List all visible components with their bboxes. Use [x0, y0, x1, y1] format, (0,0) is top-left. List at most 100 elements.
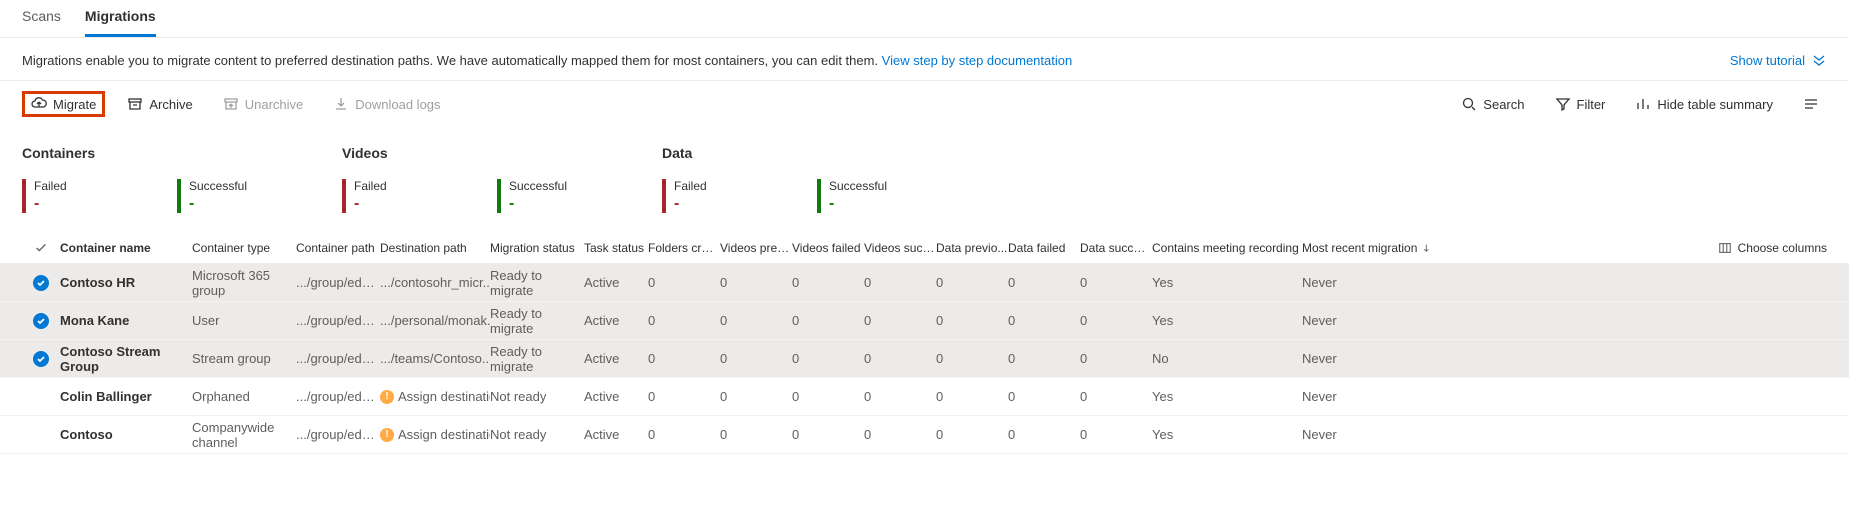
col-dprev[interactable]: Data previo...: [936, 241, 1008, 255]
table-row[interactable]: Mona KaneUser.../group/ed53....../person…: [0, 302, 1849, 340]
selected-dot-icon: [33, 313, 49, 329]
col-vfail[interactable]: Videos failed: [792, 241, 864, 255]
choose-columns-button[interactable]: Choose columns: [1432, 241, 1827, 255]
archive-icon: [127, 96, 143, 112]
cell-dsucc: 0: [1080, 351, 1152, 366]
cell-cpath: .../group/ed53...: [296, 275, 380, 290]
row-select[interactable]: [22, 275, 60, 291]
cell-dpath-text: .../contosohr_micr...: [380, 275, 490, 290]
cell-mig: Ready to migrate: [490, 306, 584, 336]
summary-panel: ContainersFailed-Successful-VideosFailed…: [0, 127, 1849, 223]
cell-dsucc: 0: [1080, 389, 1152, 404]
row-select[interactable]: [22, 313, 60, 329]
tab-scans[interactable]: Scans: [22, 0, 61, 37]
cloud-up-icon: [31, 96, 47, 112]
col-vsucc[interactable]: Videos succ...: [864, 241, 936, 255]
cell-dprev: 0: [936, 275, 1008, 290]
migrate-button[interactable]: Migrate: [22, 91, 105, 117]
cell-rec: Yes: [1152, 427, 1302, 442]
row-select[interactable]: [22, 351, 60, 367]
intro-text: Migrations enable you to migrate content…: [22, 53, 1072, 68]
unarchive-icon: [223, 96, 239, 112]
cell-vprev: 0: [720, 389, 792, 404]
col-mig[interactable]: Migration status: [490, 241, 584, 255]
choose-columns-label: Choose columns: [1738, 241, 1827, 255]
cell-dpath-text: .../teams/Contoso...: [380, 351, 490, 366]
cell-dfail: 0: [1008, 313, 1080, 328]
table-row[interactable]: Colin BallingerOrphaned.../group/ed53...…: [0, 378, 1849, 416]
table-header: Container name Container type Container …: [0, 223, 1849, 264]
cell-vfail: 0: [792, 275, 864, 290]
archive-button[interactable]: Archive: [119, 92, 200, 116]
table-row[interactable]: Contoso HRMicrosoft 365 group.../group/e…: [0, 264, 1849, 302]
more-button[interactable]: [1795, 92, 1827, 116]
tabs-bar: Scans Migrations: [0, 0, 1849, 38]
containers-table: Container name Container type Container …: [0, 223, 1849, 454]
cell-rec: No: [1152, 351, 1302, 366]
cell-vprev: 0: [720, 427, 792, 442]
hide-summary-button[interactable]: Hide table summary: [1627, 92, 1781, 116]
search-button[interactable]: Search: [1453, 92, 1532, 116]
cell-recent: Never: [1302, 427, 1432, 442]
columns-icon: [1718, 241, 1732, 255]
cell-type: User: [192, 313, 296, 328]
unarchive-button: Unarchive: [215, 92, 312, 116]
table-body: Contoso HRMicrosoft 365 group.../group/e…: [0, 264, 1849, 454]
arrow-down-icon: [1421, 241, 1432, 255]
col-type[interactable]: Container type: [192, 241, 296, 255]
show-tutorial-button[interactable]: Show tutorial: [1730, 52, 1827, 68]
cell-cpath: .../group/ed53...: [296, 389, 380, 404]
cell-cpath: .../group/ed53...: [296, 351, 380, 366]
cell-dfail: 0: [1008, 275, 1080, 290]
cell-vsucc: 0: [864, 427, 936, 442]
col-dfail[interactable]: Data failed: [1008, 241, 1080, 255]
cell-dpath[interactable]: !Assign destination: [380, 389, 490, 404]
summary-cell-value: -: [189, 195, 332, 213]
col-recent[interactable]: Most recent migration: [1302, 241, 1432, 255]
intro-link[interactable]: View step by step documentation: [882, 53, 1073, 68]
summary-cell-label: Failed: [34, 179, 177, 193]
filter-label: Filter: [1577, 97, 1606, 112]
col-recent-label: Most recent migration: [1302, 241, 1417, 255]
cell-dfail: 0: [1008, 427, 1080, 442]
select-all[interactable]: [22, 241, 60, 255]
warning-icon: !: [380, 390, 394, 404]
col-task[interactable]: Task status: [584, 241, 648, 255]
col-cpath[interactable]: Container path: [296, 241, 380, 255]
check-icon: [34, 241, 48, 255]
filter-button[interactable]: Filter: [1547, 92, 1614, 116]
cell-mig: Not ready: [490, 427, 584, 442]
cell-task: Active: [584, 275, 648, 290]
search-icon: [1461, 96, 1477, 112]
col-rec[interactable]: Contains meeting recording: [1152, 241, 1302, 255]
search-label: Search: [1483, 97, 1524, 112]
intro-row: Migrations enable you to migrate content…: [0, 38, 1849, 81]
cell-vprev: 0: [720, 351, 792, 366]
col-dsucc[interactable]: Data successful: [1080, 241, 1152, 255]
more-lines-icon: [1803, 96, 1819, 112]
summary-cell-value: -: [674, 195, 817, 213]
cell-dpath[interactable]: !Assign destination: [380, 427, 490, 442]
cell-vprev: 0: [720, 275, 792, 290]
download-logs-button: Download logs: [325, 92, 448, 116]
table-row[interactable]: Contoso Stream GroupStream group.../grou…: [0, 340, 1849, 378]
cell-dprev: 0: [936, 427, 1008, 442]
summary-cell-label: Successful: [189, 179, 332, 193]
cell-recent: Never: [1302, 389, 1432, 404]
table-row[interactable]: ContosoCompanywide channel.../group/ed53…: [0, 416, 1849, 454]
toolbar-right: Search Filter Hide table summary: [1453, 92, 1827, 116]
cell-vsucc: 0: [864, 275, 936, 290]
summary-cell: Successful-: [497, 179, 652, 213]
tab-migrations[interactable]: Migrations: [85, 0, 156, 37]
cell-type: Companywide channel: [192, 420, 296, 450]
col-dpath[interactable]: Destination path: [380, 241, 490, 255]
col-folders[interactable]: Folders created: [648, 241, 720, 255]
col-vprev[interactable]: Videos prev...: [720, 241, 792, 255]
summary-title: Videos: [342, 145, 662, 161]
hide-summary-label: Hide table summary: [1657, 97, 1773, 112]
cell-dpath-text: .../personal/monak...: [380, 313, 490, 328]
show-tutorial-label: Show tutorial: [1730, 53, 1805, 68]
unarchive-label: Unarchive: [245, 97, 304, 112]
col-name[interactable]: Container name: [60, 241, 192, 255]
summary-cell: Failed-: [342, 179, 497, 213]
